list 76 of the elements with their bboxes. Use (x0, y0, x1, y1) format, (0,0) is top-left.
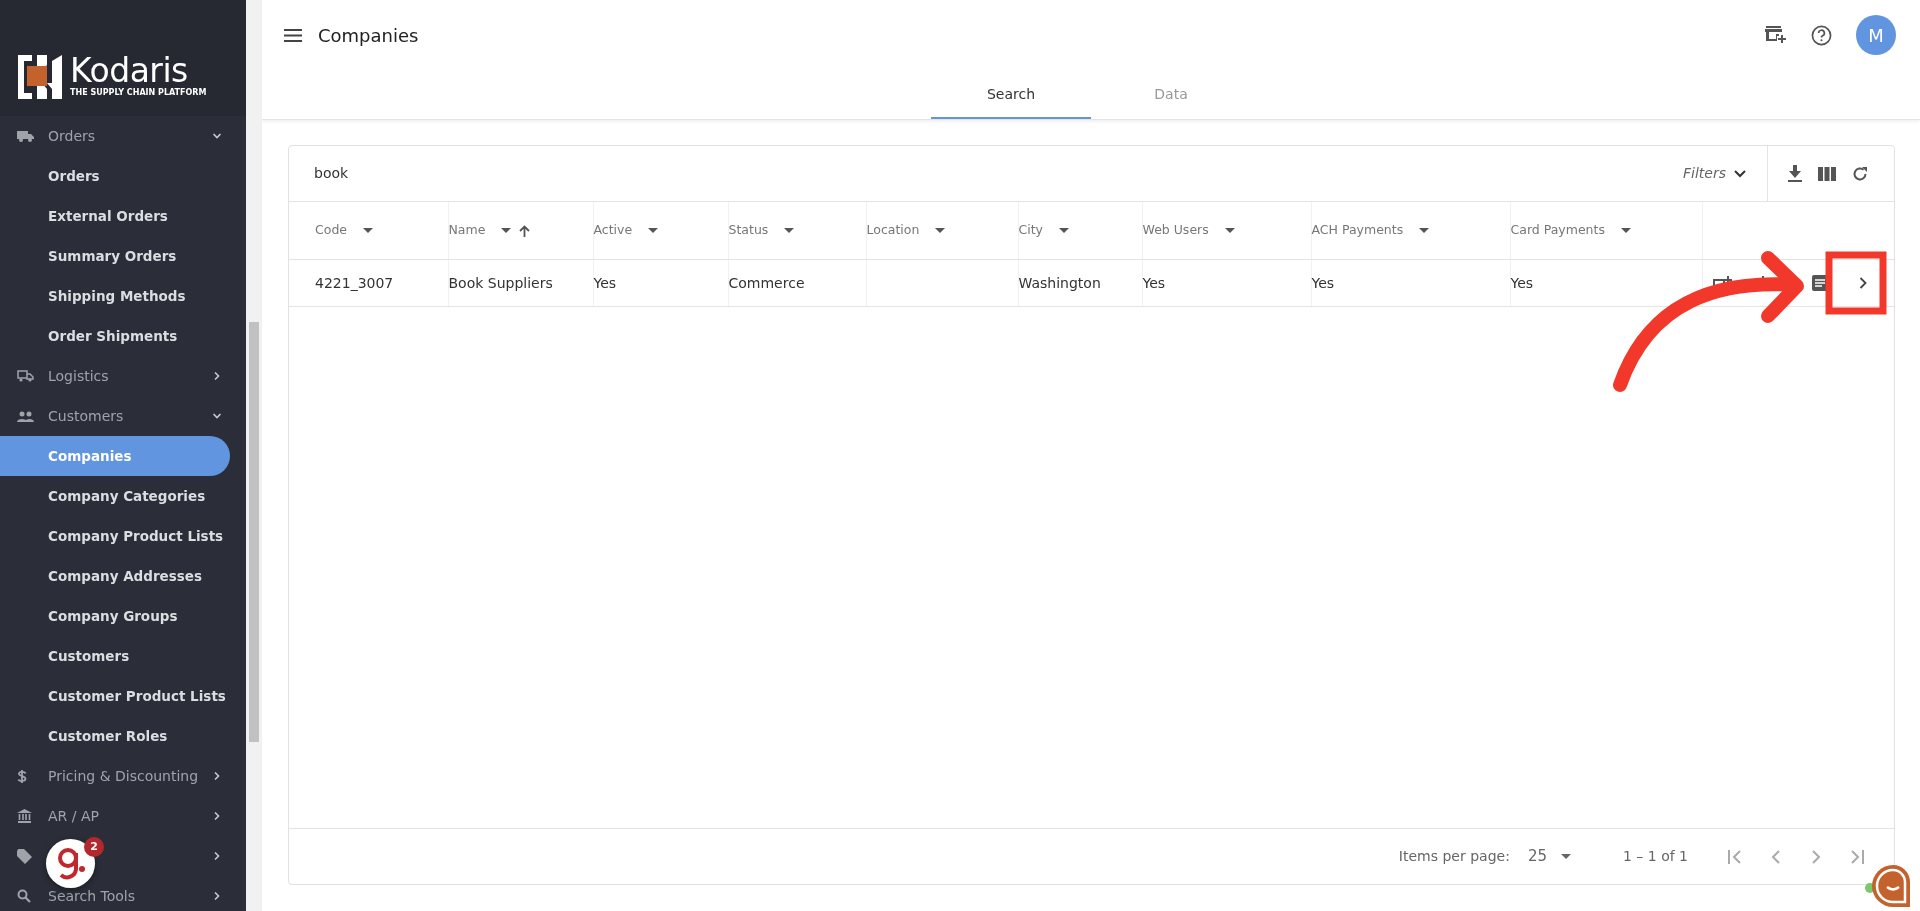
sidebar-group[interactable]: Logistics (0, 356, 246, 396)
sidebar-link[interactable]: Customers (0, 636, 230, 676)
caret-down-icon[interactable] (1419, 228, 1430, 233)
bank-icon (17, 809, 32, 823)
caret-down-icon (1560, 854, 1571, 859)
people-icon (17, 410, 34, 422)
sidebar-link[interactable]: Companies (0, 436, 230, 476)
store-add-icon[interactable] (1765, 25, 1787, 45)
page-title: Companies (318, 23, 419, 48)
page-size-select[interactable]: 25 (1527, 845, 1571, 868)
sidebar-link[interactable]: Company Categories (0, 476, 230, 516)
caret-down-icon[interactable] (1620, 228, 1631, 233)
sidebar-link[interactable]: Customer Roles (0, 716, 230, 756)
column-header[interactable]: City (1018, 221, 1069, 240)
column-header[interactable]: ACH Payments (1311, 221, 1430, 240)
column-header[interactable]: Location (866, 221, 946, 240)
tab[interactable]: Search (931, 70, 1091, 119)
sidebar-link[interactable]: Company Addresses (0, 556, 230, 596)
table-cell: Yes (1510, 274, 1534, 291)
table-cell: Commerce (728, 274, 805, 291)
chevron-right-icon[interactable] (1858, 277, 1867, 289)
column-header[interactable]: Name (448, 221, 531, 240)
sidebar-link[interactable]: Order Shipments (0, 316, 230, 356)
brand-name: Kodaris (70, 55, 188, 87)
truck-icon (17, 130, 34, 142)
sidebar-group[interactable]: Orders (0, 116, 246, 156)
brand-tagline: THE SUPPLY CHAIN PLATFORM (70, 87, 207, 99)
table-cell: Yes (593, 274, 617, 291)
dollar-icon (17, 768, 27, 784)
caret-down-icon[interactable] (935, 228, 946, 233)
sidebar-group[interactable]: Search Tools (0, 876, 246, 911)
highlight-box (1825, 251, 1887, 315)
sidebar-group[interactable]: Pricing & Discounting (0, 756, 246, 796)
columns-icon[interactable] (1818, 166, 1836, 181)
search-icon (17, 889, 31, 903)
caret-down-icon[interactable] (501, 228, 512, 233)
table-cell: 4221_3007 (315, 274, 394, 291)
tab[interactable]: Data (1091, 70, 1251, 119)
logo-icon (18, 55, 62, 99)
tag-icon (17, 848, 32, 864)
sidebar-link[interactable]: Summary Orders (0, 236, 230, 276)
filters-button[interactable]: Filters (1674, 158, 1755, 189)
logo-icon (55, 846, 86, 881)
caret-down-icon[interactable] (1224, 228, 1235, 233)
menu-icon[interactable] (284, 28, 302, 42)
sidebar-link[interactable]: Company Groups (0, 596, 230, 636)
column-header[interactable]: Web Users (1142, 221, 1235, 240)
chevron-down-icon (1734, 169, 1746, 178)
table-cell: Book Suppliers (448, 274, 553, 291)
sidebar-link[interactable]: Shipping Methods (0, 276, 230, 316)
help-icon[interactable] (1811, 24, 1832, 46)
download-icon[interactable] (1788, 165, 1802, 182)
sidebar-link[interactable]: Company Product Lists (0, 516, 230, 556)
sidebar-group[interactable]: AR / AP (0, 796, 246, 836)
items-per-page-label: Items per page: (1398, 847, 1510, 866)
sidebar-link[interactable]: Customer Product Lists (0, 676, 230, 716)
sidebar-link[interactable]: Orders (0, 156, 230, 196)
refresh-icon[interactable] (1852, 165, 1868, 182)
document-icon[interactable] (1811, 275, 1828, 291)
caret-down-icon[interactable] (363, 228, 373, 233)
column-header[interactable]: Active (593, 221, 659, 240)
column-header[interactable]: Status (728, 221, 795, 240)
table-cell: Washington (1018, 274, 1101, 291)
user-avatar[interactable]: M (1856, 15, 1896, 55)
page-range: 1 – 1 of 1 (1622, 847, 1688, 866)
sidebar-group[interactable]: Customers (0, 396, 246, 436)
scrollbar[interactable] (246, 0, 262, 911)
caret-down-icon[interactable] (1059, 228, 1069, 233)
arrow-up-icon[interactable] (519, 224, 531, 237)
table-cell: Yes (1311, 274, 1335, 291)
sidebar-link[interactable]: External Orders (0, 196, 230, 236)
caret-down-icon[interactable] (784, 228, 795, 233)
column-header[interactable]: Code (315, 221, 373, 240)
caret-down-icon[interactable] (648, 228, 659, 233)
truck-icon (17, 370, 34, 382)
table-cell: Yes (1142, 274, 1166, 291)
